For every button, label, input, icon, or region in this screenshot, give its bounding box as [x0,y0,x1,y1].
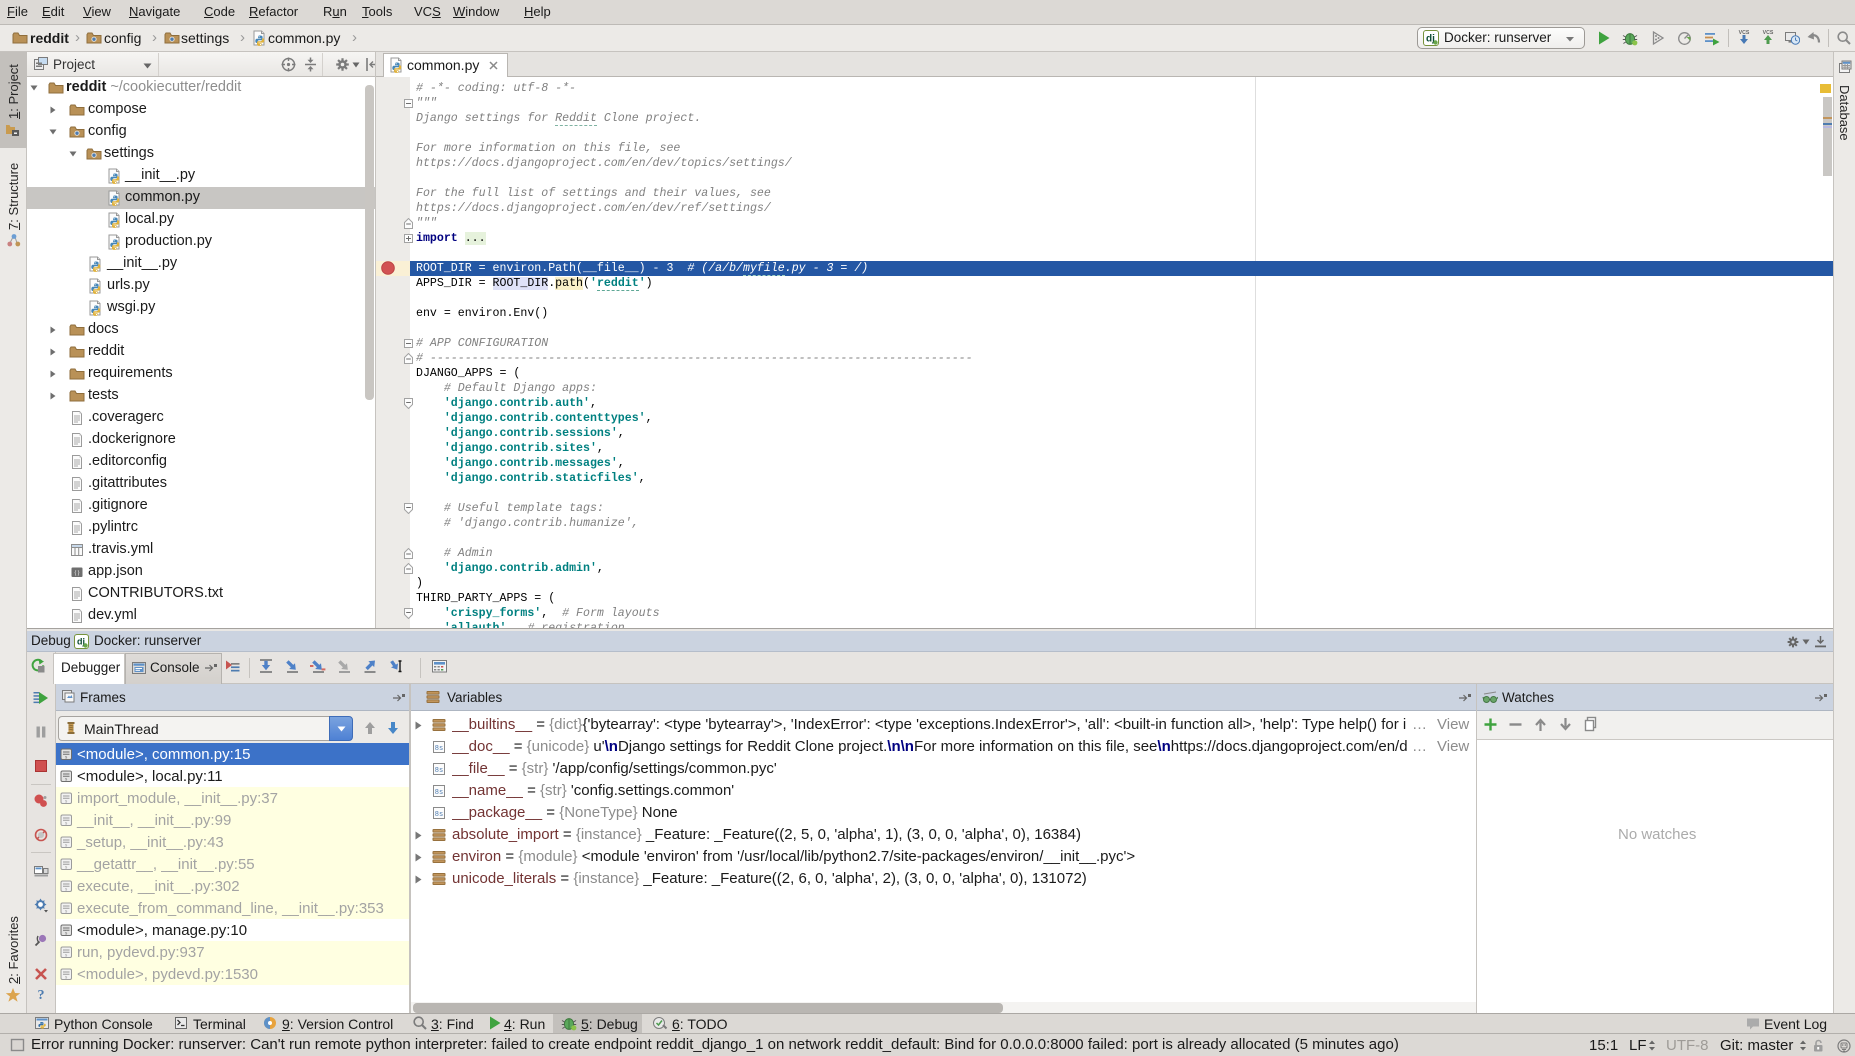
svg-text:8s: 8s [435,767,443,775]
svg-text:8s: 8s [435,811,443,819]
svg-text:?: ? [38,988,45,1003]
svg-text:{ }: { } [74,571,79,577]
svg-text:8s: 8s [435,745,443,753]
svg-text:VCS: VCS [1763,30,1774,36]
svg-text:8s: 8s [435,789,443,797]
